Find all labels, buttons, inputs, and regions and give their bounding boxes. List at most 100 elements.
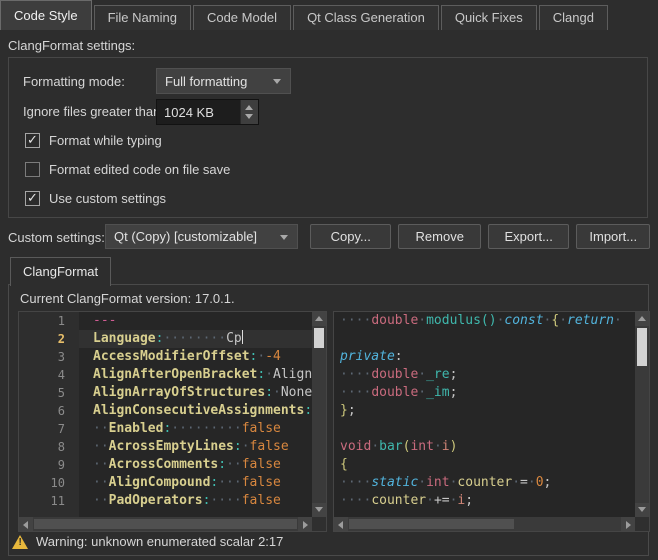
token-type: int	[426, 475, 449, 490]
scroll-right-button[interactable]	[298, 517, 312, 531]
checkbox-format-edited-code-on-file-save[interactable]: ✓	[25, 162, 40, 177]
code-area[interactable]: ····double·modulus()·const·{·return·priv…	[334, 312, 635, 517]
token-plain: =	[520, 475, 528, 490]
spin-down-icon[interactable]	[245, 114, 253, 119]
scroll-right-button[interactable]	[621, 517, 635, 531]
code-text: ····double·_re;	[334, 366, 635, 384]
token-local: counter	[457, 475, 512, 490]
arrow-up-icon	[315, 316, 323, 321]
checkbox-format-while-typing[interactable]: ✓	[25, 133, 40, 148]
vertical-scrollbar[interactable]	[635, 312, 649, 517]
token-ws: ·········	[171, 421, 241, 436]
token-ws: ·	[418, 313, 426, 328]
tab-quick-fixes[interactable]: Quick Fixes	[441, 5, 537, 30]
horizontal-scrollbar-thumb[interactable]	[34, 519, 297, 529]
code-line[interactable]	[334, 420, 635, 438]
scroll-up-button[interactable]	[312, 312, 326, 326]
remove-button[interactable]: Remove	[398, 224, 480, 249]
code-line[interactable]: 2Language:········Cp	[19, 330, 312, 348]
scroll-down-button[interactable]	[635, 503, 649, 517]
vertical-scrollbar-thumb[interactable]	[314, 328, 324, 348]
token-kw: return	[567, 313, 614, 328]
code-line[interactable]: 10··AlignCompound:···false	[19, 474, 312, 492]
scroll-left-button[interactable]	[334, 517, 348, 531]
code-line[interactable]: ····double·modulus()·const·{·return·	[334, 312, 635, 330]
checkmark-icon: ✓	[27, 132, 38, 148]
code-line[interactable]: 7··Enabled:·········false	[19, 420, 312, 438]
import-button[interactable]: Import...	[576, 224, 650, 249]
code-line[interactable]: ····double·_im;	[334, 384, 635, 402]
code-line[interactable]: };	[334, 402, 635, 420]
spin-up-icon[interactable]	[245, 105, 253, 110]
custom-settings-value: Qt (Copy) [customizable]	[114, 225, 257, 248]
tab-file-naming[interactable]: File Naming	[94, 5, 191, 30]
code-line[interactable]: ····double·_re;	[334, 366, 635, 384]
checkbox-row: ✓Format while typing	[25, 132, 162, 148]
scroll-down-button[interactable]	[312, 503, 326, 517]
checkbox-use-custom-settings[interactable]: ✓	[25, 191, 40, 206]
token-key: Enabled	[109, 421, 164, 436]
copy-button[interactable]: Copy...	[310, 224, 391, 249]
token-ws: ·	[418, 475, 426, 490]
ignore-files-spinbox[interactable]: 1024 KB	[156, 99, 259, 125]
token-ws: ·	[418, 367, 426, 382]
code-line[interactable]: void·bar(int·i)	[334, 438, 635, 456]
warning-text: Warning: unknown enumerated scalar 2:17	[36, 534, 283, 549]
horizontal-scrollbar-thumb[interactable]	[349, 519, 514, 529]
token-ws: ····	[340, 475, 371, 490]
code-area[interactable]: 1---2Language:········Cp3 AccessModifierO…	[19, 312, 312, 517]
code-line[interactable]: 3AccessModifierOffset:·-4	[19, 348, 312, 366]
formatting-mode-combobox[interactable]: Full formatting	[156, 68, 291, 94]
token-type: int	[410, 439, 433, 454]
code-line[interactable]: 4AlignAfterOpenBracket:·Align	[19, 366, 312, 384]
token-key: AlignCompound	[109, 475, 211, 490]
code-line[interactable]: 6AlignConsecutiveAssignments:	[19, 402, 312, 420]
custom-settings-combobox[interactable]: Qt (Copy) [customizable]	[105, 224, 298, 249]
scroll-up-button[interactable]	[635, 312, 649, 326]
code-line[interactable]: private:	[334, 348, 635, 366]
token-key: Language	[93, 331, 156, 346]
code-line[interactable]: 9··AcrossComments:··false	[19, 456, 312, 474]
scroll-left-button[interactable]	[19, 517, 33, 531]
vertical-scrollbar-thumb[interactable]	[637, 328, 647, 366]
tab-code-model[interactable]: Code Model	[193, 5, 291, 30]
line-number: 6	[19, 402, 79, 420]
tab-qt-class-generation[interactable]: Qt Class Generation	[293, 5, 439, 30]
token-colon: :	[218, 457, 226, 472]
code-line[interactable]: 5AlignArrayOfStructures:·None	[19, 384, 312, 402]
code-line[interactable]: 8··AcrossEmptyLines:·false	[19, 438, 312, 456]
horizontal-scrollbar[interactable]	[19, 517, 312, 531]
export-button[interactable]: Export...	[488, 224, 569, 249]
code-text	[334, 330, 635, 348]
code-line[interactable]: {	[334, 456, 635, 474]
code-text: {	[334, 456, 635, 474]
tab-clangd[interactable]: Clangd	[539, 5, 608, 30]
code-line[interactable]: ····counter·+=·i;	[334, 492, 635, 510]
tab-clangformat[interactable]: ClangFormat	[10, 257, 111, 286]
token-plain: +=	[434, 493, 450, 508]
tab-code-style[interactable]: Code Style	[0, 0, 92, 30]
token-ws: ····	[340, 313, 371, 328]
token-local: counter	[371, 493, 426, 508]
line-number: 3	[19, 348, 79, 366]
token-key: AccessModifierOffset	[93, 349, 250, 364]
token-bool: false	[242, 493, 281, 508]
code-text: AlignArrayOfStructures:·None	[79, 384, 312, 402]
ignore-files-label: Ignore files greater than:	[23, 104, 164, 119]
checkbox-label: Use custom settings	[49, 191, 166, 206]
code-line[interactable]: 11··PadOperators:····false	[19, 492, 312, 510]
token-ws: ····	[340, 385, 371, 400]
cpp-preview-editor[interactable]: ····double·modulus()·const·{·return·priv…	[333, 311, 650, 532]
token-key: PadOperators	[109, 493, 203, 508]
vertical-scrollbar[interactable]	[312, 312, 326, 517]
yaml-config-editor[interactable]: 1---2Language:········Cp3 AccessModifierO…	[18, 311, 327, 532]
code-line[interactable]: 1---	[19, 312, 312, 330]
token-ws: ·	[559, 313, 567, 328]
token-ws: ·	[528, 475, 536, 490]
horizontal-scrollbar[interactable]	[334, 517, 635, 531]
code-line[interactable]: ····static·int·counter·=·0;	[334, 474, 635, 492]
spinbox-buttons[interactable]	[240, 100, 258, 124]
token-ws: ·	[371, 439, 379, 454]
token-ws: ·	[242, 439, 250, 454]
code-line[interactable]	[334, 330, 635, 348]
